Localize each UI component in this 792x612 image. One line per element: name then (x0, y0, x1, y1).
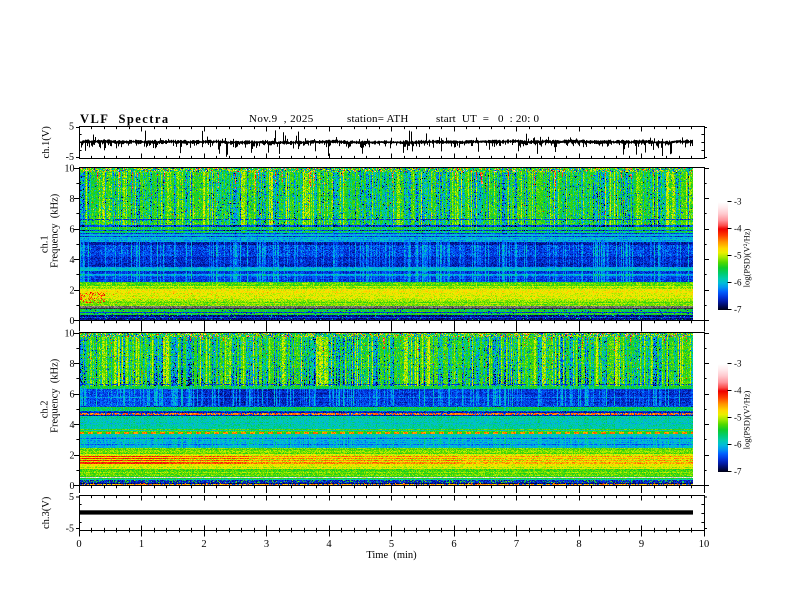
svg-text:0: 0 (70, 316, 75, 327)
svg-text:10: 10 (699, 539, 710, 550)
svg-text:Frequency (kHz): Frequency (kHz) (50, 193, 61, 268)
svg-text:Frequency (kHz): Frequency (kHz) (50, 358, 61, 433)
svg-text:2: 2 (70, 451, 75, 462)
svg-text:7: 7 (514, 539, 519, 550)
svg-text:ch.3(V): ch.3(V) (41, 496, 52, 529)
svg-text:-7: -7 (734, 305, 742, 315)
svg-text:Nov.9 , 2025: Nov.9 , 2025 (249, 113, 314, 125)
svg-text:station= ATH: station= ATH (347, 113, 408, 125)
svg-text:8: 8 (70, 194, 75, 205)
svg-text:2: 2 (70, 286, 75, 297)
svg-text:0: 0 (76, 539, 81, 550)
svg-text:6: 6 (451, 539, 456, 550)
svg-text:VLF Spectra: VLF Spectra (80, 112, 170, 126)
svg-text:ch.1(V): ch.1(V) (41, 126, 52, 159)
svg-text:6: 6 (70, 225, 75, 236)
svg-text:1: 1 (139, 539, 144, 550)
svg-text:9: 9 (639, 539, 644, 550)
svg-text:10: 10 (65, 164, 75, 175)
svg-text:5: 5 (389, 539, 394, 550)
svg-text:-5: -5 (66, 524, 74, 535)
svg-text:log(PSD)(V²/Hz): log(PSD)(V²/Hz) (742, 390, 752, 449)
svg-text:6: 6 (70, 390, 75, 401)
svg-text:-3: -3 (734, 197, 742, 207)
svg-text:0: 0 (70, 481, 75, 492)
svg-text:4: 4 (326, 539, 332, 550)
svg-text:-5: -5 (66, 152, 74, 163)
svg-text:start UT = 0 : 20: 0: start UT = 0 : 20: 0 (436, 113, 539, 125)
svg-text:8: 8 (576, 539, 581, 550)
svg-text:4: 4 (70, 420, 75, 431)
svg-text:5: 5 (69, 492, 74, 503)
svg-text:2: 2 (201, 539, 206, 550)
svg-text:-7: -7 (734, 467, 742, 477)
svg-text:-3: -3 (734, 359, 742, 369)
svg-text:3: 3 (264, 539, 269, 550)
svg-text:4: 4 (70, 255, 75, 266)
svg-text:Time (min): Time (min) (366, 550, 417, 561)
svg-text:5: 5 (69, 122, 74, 133)
svg-text:10: 10 (65, 329, 75, 340)
svg-text:8: 8 (70, 359, 75, 370)
svg-text:log(PSD)(V²/Hz): log(PSD)(V²/Hz) (742, 228, 752, 287)
